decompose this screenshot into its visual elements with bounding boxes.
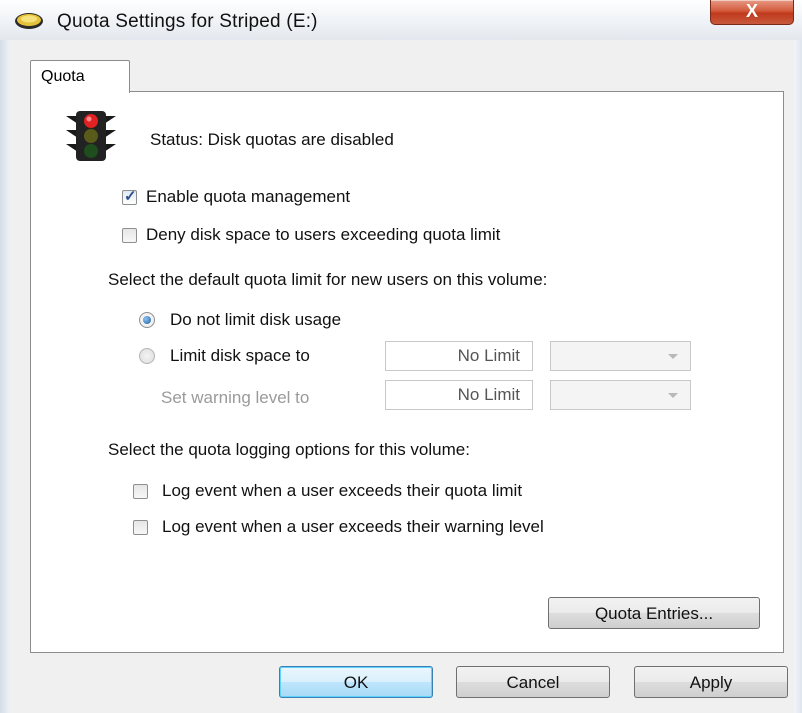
warning-value-field[interactable]: No Limit: [385, 380, 533, 410]
ok-button[interactable]: OK: [279, 666, 433, 698]
close-icon: X: [745, 1, 758, 21]
tab-quota-label: Quota: [41, 68, 85, 85]
chevron-down-icon: [668, 354, 678, 359]
deny-space-label[interactable]: Deny disk space to users exceeding quota…: [146, 225, 500, 245]
quota-entries-button[interactable]: Quota Entries...: [548, 597, 760, 629]
log-warning-label[interactable]: Log event when a user exceeds their warn…: [162, 517, 544, 537]
no-limit-radio[interactable]: [139, 312, 155, 328]
enable-quota-checkbox[interactable]: ✓: [122, 188, 137, 205]
close-button[interactable]: X: [710, 0, 794, 25]
warning-level-label: Set warning level to: [161, 388, 310, 407]
enable-quota-label[interactable]: Enable quota management: [146, 187, 350, 207]
window-frame-left: [0, 40, 10, 713]
traffic-light-icon: [66, 111, 116, 161]
tab-quota[interactable]: Quota: [30, 60, 130, 93]
limit-unit-dropdown[interactable]: [550, 341, 691, 371]
limit-space-label[interactable]: Limit disk space to: [170, 346, 310, 366]
status-text: Status: Disk quotas are disabled: [150, 130, 394, 149]
log-warning-checkbox[interactable]: [133, 520, 148, 535]
chevron-down-icon: [668, 393, 678, 398]
apply-button[interactable]: Apply: [634, 666, 788, 698]
log-limit-checkbox[interactable]: [133, 484, 148, 499]
cancel-button[interactable]: Cancel: [456, 666, 610, 698]
default-limit-heading: Select the default quota limit for new u…: [108, 270, 548, 289]
log-limit-label[interactable]: Log event when a user exceeds their quot…: [162, 481, 522, 501]
warning-unit-dropdown[interactable]: [550, 380, 691, 410]
window-frame-right: [794, 40, 802, 713]
title-bar[interactable]: Quota Settings for Striped (E:) X: [0, 0, 802, 40]
drive-icon: [15, 13, 43, 29]
checkmark-icon: ✓: [124, 188, 137, 205]
deny-space-checkbox[interactable]: [122, 228, 137, 243]
window-title: Quota Settings for Striped (E:): [57, 11, 318, 32]
limit-value-field[interactable]: No Limit: [385, 341, 533, 371]
tab-panel: [30, 91, 784, 653]
limit-space-radio[interactable]: [139, 348, 155, 364]
logging-heading: Select the quota logging options for thi…: [108, 440, 470, 459]
no-limit-label[interactable]: Do not limit disk usage: [170, 310, 341, 330]
